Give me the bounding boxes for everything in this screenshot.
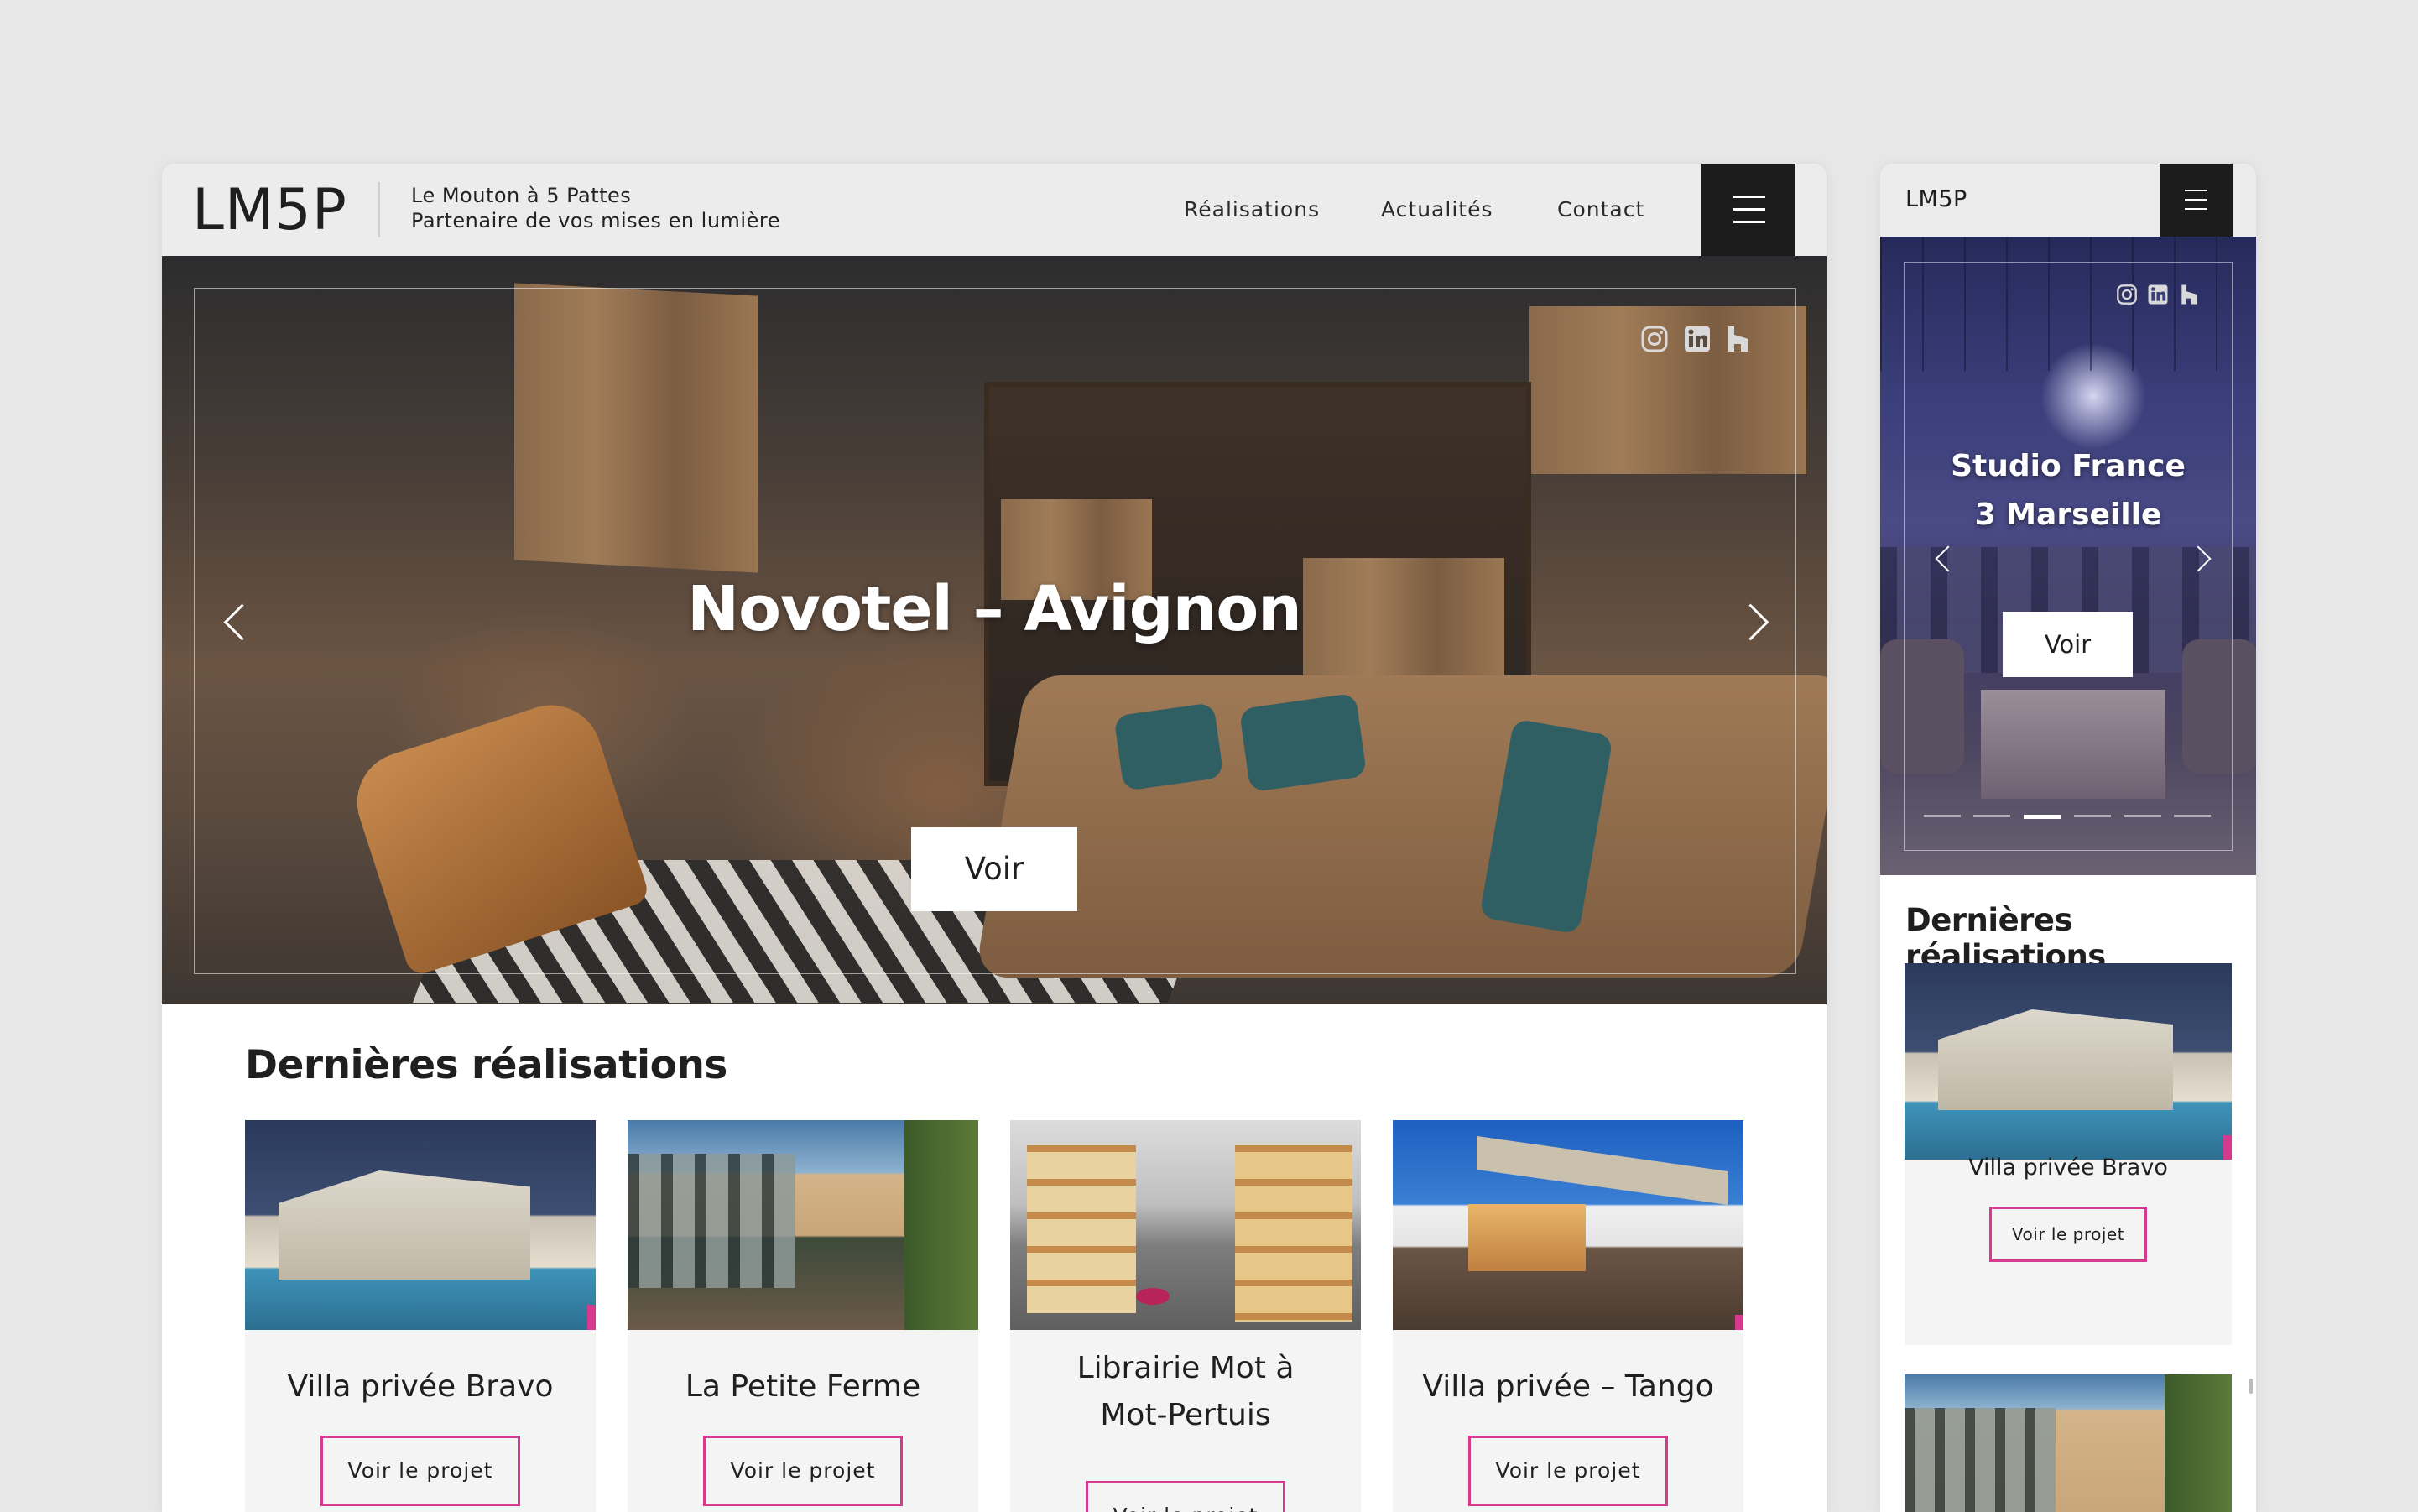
corner-accent bbox=[1735, 1315, 1743, 1330]
hero-slider: Novotel – Avignon Voir bbox=[162, 256, 1827, 1004]
view-project-button[interactable]: Voir le projet bbox=[703, 1436, 903, 1506]
slider-dot[interactable] bbox=[821, 1004, 869, 1007]
instagram-icon[interactable] bbox=[2116, 284, 2138, 309]
hamburger-menu-icon[interactable] bbox=[2160, 164, 2233, 237]
slider-dot[interactable] bbox=[2174, 815, 2211, 817]
photo-bookshelf-right bbox=[1235, 1145, 1352, 1322]
hero-title: Studio France 3 Marseille bbox=[1951, 449, 2186, 532]
slider-dot[interactable] bbox=[937, 1004, 985, 1007]
project-title: Villa privée – Tango bbox=[1422, 1369, 1714, 1404]
project-image[interactable] bbox=[628, 1120, 978, 1330]
hero-voir-button[interactable]: Voir bbox=[2003, 612, 2133, 677]
photo-green-wall bbox=[904, 1120, 978, 1330]
houzz-icon[interactable] bbox=[1726, 325, 1751, 357]
photo-shade-sail bbox=[1477, 1135, 1728, 1206]
section-title: Dernières réalisations bbox=[245, 1042, 727, 1088]
nav-actualites[interactable]: Actualités bbox=[1381, 197, 1493, 222]
slider-dot[interactable] bbox=[1973, 815, 2010, 817]
project-image[interactable] bbox=[245, 1120, 596, 1330]
mobile-preview: LM5P Studio France 3 Marseille Voir Dern… bbox=[1880, 164, 2256, 1512]
photo-lit-window bbox=[1468, 1204, 1586, 1271]
photo-bookshelf-left bbox=[1027, 1145, 1136, 1313]
header-divider bbox=[378, 182, 380, 237]
slider-dot[interactable] bbox=[1001, 1004, 1049, 1007]
project-card[interactable]: Librairie Mot à Mot-Pertuis Voir le proj… bbox=[1010, 1120, 1361, 1512]
tagline-line2: Partenaire de vos mises en lumière bbox=[411, 209, 780, 232]
slider-dot-active[interactable] bbox=[875, 1004, 923, 1009]
hero-title: Novotel – Avignon bbox=[687, 573, 1302, 645]
photo-veranda bbox=[1905, 1408, 2056, 1512]
scrollbar-thumb[interactable] bbox=[2249, 1379, 2253, 1394]
project-title: La Petite Ferme bbox=[685, 1369, 921, 1404]
photo-green-wall bbox=[2165, 1374, 2232, 1512]
hero-voir-button[interactable]: Voir bbox=[911, 827, 1077, 911]
corner-accent bbox=[587, 1305, 596, 1330]
slider-dot[interactable] bbox=[1924, 815, 1961, 817]
nav-realisations[interactable]: Réalisations bbox=[1184, 197, 1320, 222]
project-card[interactable]: Villa privée Bravo Voir le projet bbox=[1905, 963, 2232, 1345]
view-project-button[interactable]: Voir le projet bbox=[1468, 1436, 1668, 1506]
instagram-icon[interactable] bbox=[1640, 325, 1669, 357]
view-project-button[interactable]: Voir le projet bbox=[320, 1436, 520, 1506]
nav-contact[interactable]: Contact bbox=[1557, 197, 1644, 222]
tagline-line1: Le Mouton à 5 Pattes bbox=[411, 184, 632, 207]
slider-dot[interactable] bbox=[1129, 1004, 1177, 1007]
mobile-header: LM5P bbox=[1880, 164, 2256, 237]
mobile-hero-slider: Studio France 3 Marseille Voir bbox=[1880, 237, 2256, 875]
hamburger-menu-icon[interactable] bbox=[1701, 164, 1795, 256]
project-card[interactable]: Villa privée Bravo Voir le projet bbox=[245, 1120, 596, 1512]
project-title: Villa privée Bravo bbox=[1968, 1155, 2168, 1181]
site-logo[interactable]: LM5P bbox=[1905, 186, 1967, 212]
desktop-preview: LM5P Le Mouton à 5 Pattes Partenaire de … bbox=[162, 164, 1827, 1512]
project-card[interactable]: Villa privée – Tango Voir le projet bbox=[1393, 1120, 1743, 1512]
photo-house bbox=[1938, 1009, 2173, 1110]
view-project-button[interactable]: Voir le projet bbox=[1989, 1207, 2147, 1262]
project-image[interactable] bbox=[1905, 963, 2232, 1160]
photo-veranda bbox=[628, 1154, 795, 1288]
desktop-header: LM5P Le Mouton à 5 Pattes Partenaire de … bbox=[162, 164, 1827, 256]
project-title: Villa privée Bravo bbox=[287, 1369, 554, 1404]
slider-dot[interactable] bbox=[1066, 1004, 1113, 1007]
houzz-icon[interactable] bbox=[2180, 284, 2199, 309]
project-card[interactable]: La Petite Ferme Voir le projet bbox=[628, 1120, 978, 1512]
linkedin-icon[interactable] bbox=[1683, 325, 1712, 357]
project-image[interactable] bbox=[1393, 1120, 1743, 1330]
view-project-button[interactable]: Voir le projet bbox=[1086, 1481, 1285, 1512]
linkedin-icon[interactable] bbox=[2147, 284, 2169, 309]
photo-house bbox=[279, 1170, 530, 1280]
site-logo[interactable]: LM5P bbox=[192, 177, 347, 243]
photo-rug-dot bbox=[1136, 1288, 1170, 1305]
slider-dot[interactable] bbox=[2124, 815, 2161, 817]
slider-dot[interactable] bbox=[2074, 815, 2111, 817]
project-title: Librairie Mot à Mot-Pertuis bbox=[1076, 1351, 1295, 1432]
project-image[interactable] bbox=[1010, 1120, 1361, 1330]
project-image-next[interactable] bbox=[1905, 1374, 2232, 1512]
slider-dot-active[interactable] bbox=[2024, 815, 2061, 819]
